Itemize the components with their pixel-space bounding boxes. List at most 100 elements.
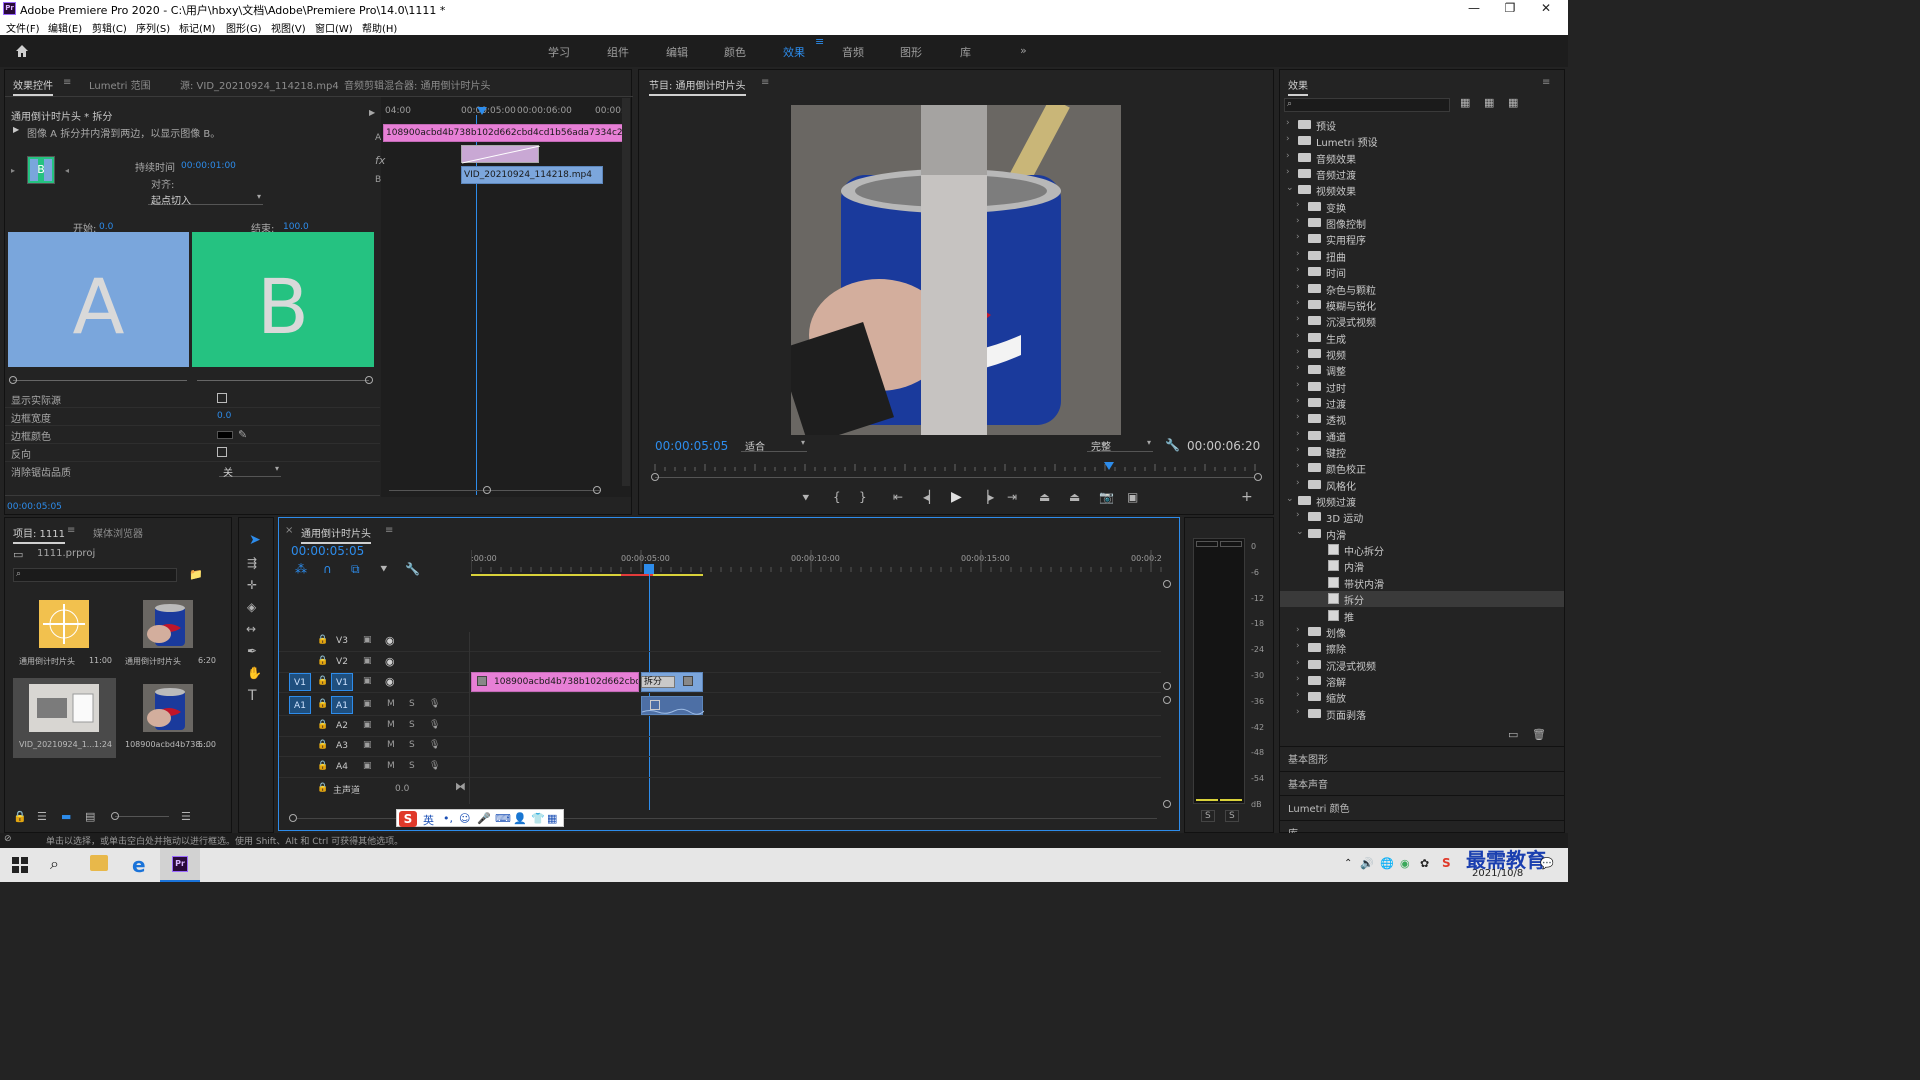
- play-icon[interactable]: ▶: [951, 489, 962, 505]
- workspace-tab[interactable]: 编辑: [666, 44, 688, 60]
- effect-folder[interactable]: › 视频: [1280, 346, 1564, 362]
- menu-item[interactable]: 编辑(E): [48, 20, 82, 35]
- volume-icon[interactable]: 🔊: [1360, 857, 1374, 870]
- start-slider-handle[interactable]: [9, 376, 17, 384]
- timeline-close-icon[interactable]: ×: [285, 525, 293, 536]
- effect-folder[interactable]: › 过渡: [1280, 395, 1564, 411]
- effect-folder[interactable]: › 缩放: [1280, 689, 1564, 705]
- track-lock-icon[interactable]: 🔒: [317, 699, 328, 709]
- chevron-right-icon[interactable]: ›: [1296, 232, 1300, 242]
- comparison-view-icon[interactable]: ▣: [1127, 490, 1138, 504]
- effects-search-input[interactable]: ⌕: [1284, 98, 1450, 112]
- windows-start-icon[interactable]: [12, 857, 28, 873]
- accelerated-effects-icon[interactable]: ▦: [1460, 96, 1470, 109]
- icon-view-icon[interactable]: ▬: [61, 810, 71, 823]
- export-frame-icon[interactable]: 📷: [1099, 490, 1114, 504]
- end-value[interactable]: 100.0: [283, 222, 309, 232]
- effect-folder[interactable]: › 音频效果: [1280, 150, 1564, 166]
- chevron-right-icon[interactable]: ›: [1296, 445, 1300, 455]
- menu-item[interactable]: 窗口(W): [315, 20, 353, 35]
- chevron-right-icon[interactable]: ›: [1296, 625, 1300, 635]
- border-color-swatch[interactable]: [217, 431, 233, 439]
- effect-item[interactable]: 拆分: [1280, 591, 1564, 608]
- chevron-right-icon[interactable]: ›: [1296, 690, 1300, 700]
- file-explorer-icon[interactable]: [90, 855, 108, 871]
- chevron-right-icon[interactable]: ›: [1296, 707, 1300, 717]
- workspace-tab[interactable]: 组件: [607, 44, 629, 60]
- voiceover-mic-icon[interactable]: 🎙: [429, 761, 440, 771]
- quality-dropdown[interactable]: 完整 ▾: [1087, 436, 1153, 453]
- thumbnail-size-slider[interactable]: [115, 816, 169, 817]
- program-playhead-icon[interactable]: [1104, 462, 1115, 470]
- menu-item[interactable]: 标记(M): [179, 20, 215, 35]
- effect-controls-timecode[interactable]: 00:00:05:05: [7, 502, 62, 512]
- effect-controls-tab[interactable]: Lumetri 范围: [89, 77, 151, 92]
- workspace-tab[interactable]: 学习: [548, 44, 570, 60]
- track-target-V2[interactable]: V2: [331, 653, 353, 671]
- timeline-ruler[interactable]: :00:00 00:00:05:00 00:00:10:00 00:00:15:00 0…: [471, 546, 1165, 578]
- chevron-right-icon[interactable]: ›: [1296, 298, 1300, 308]
- eye-icon[interactable]: ◉: [385, 634, 395, 647]
- project-bin-item[interactable]: VID_20210924_1... 1:24: [13, 678, 116, 758]
- effect-folder[interactable]: › 生成: [1280, 330, 1564, 346]
- menu-item[interactable]: 图形(G): [226, 20, 262, 35]
- align-dropdown[interactable]: 起点切入 ▾: [148, 191, 263, 207]
- thumbnail-size-handle[interactable]: [111, 812, 119, 820]
- add-marker-icon[interactable]: ⯆: [379, 562, 389, 577]
- chevron-right-icon[interactable]: ›: [1296, 282, 1300, 292]
- effect-controls-tab-menu-icon[interactable]: ≡: [63, 77, 71, 88]
- chevron-right-icon[interactable]: ›: [1296, 674, 1300, 684]
- razor-tool-icon[interactable]: ◈: [247, 600, 256, 614]
- effect-folder[interactable]: › 模糊与锐化: [1280, 297, 1564, 313]
- audio-scroll-handle-top[interactable]: [1163, 696, 1171, 704]
- chevron-right-icon[interactable]: ›: [1286, 151, 1290, 161]
- effect-folder[interactable]: › 沉浸式视频: [1280, 313, 1564, 329]
- taskbar-premiere-button[interactable]: Pr: [160, 848, 200, 882]
- effects-tab[interactable]: 效果: [1288, 77, 1308, 96]
- effect-folder[interactable]: › 音频过渡: [1280, 166, 1564, 182]
- workspace-tab[interactable]: 音频: [842, 44, 864, 60]
- chevron-down-icon[interactable]: ⌄: [1296, 527, 1304, 537]
- effect-folder[interactable]: › 风格化: [1280, 477, 1564, 493]
- sync-lock-icon[interactable]: ▣: [363, 676, 372, 686]
- menu-item[interactable]: 序列(S): [136, 20, 170, 35]
- extract-icon[interactable]: ⏏: [1069, 490, 1080, 504]
- effect-folder[interactable]: › 页面剥落: [1280, 706, 1564, 722]
- solo-button[interactable]: S: [409, 699, 415, 709]
- workspace-overflow-icon[interactable]: »: [1020, 44, 1027, 57]
- program-zoom-handle-left[interactable]: [651, 473, 659, 481]
- mini-playhead-icon[interactable]: [477, 107, 487, 115]
- timeline-clip-v1[interactable]: 108900acbd4b738b102d662cbd4cd1b56ad: [471, 672, 639, 692]
- menu-item[interactable]: 视图(V): [271, 20, 306, 35]
- video-scroll-handle-top[interactable]: [1163, 580, 1171, 588]
- project-search-input[interactable]: ⌕: [13, 568, 177, 582]
- chevron-right-icon[interactable]: ›: [1296, 331, 1300, 341]
- work-area-bar[interactable]: [471, 574, 703, 576]
- effect-folder[interactable]: › 通道: [1280, 428, 1564, 444]
- snap-icon[interactable]: ∩: [323, 562, 332, 576]
- audio-scroll-handle-bottom[interactable]: [1163, 800, 1171, 808]
- mini-zoom-handle-right[interactable]: [593, 486, 601, 494]
- project-tab-menu-icon[interactable]: ≡: [67, 525, 75, 536]
- effect-folder[interactable]: › 时间: [1280, 264, 1564, 280]
- effect-controls-tab[interactable]: 音频剪辑混合器: 通用倒计时片头: [344, 77, 491, 92]
- end-slider-handle[interactable]: [365, 376, 373, 384]
- effect-folder[interactable]: › 图像控制: [1280, 215, 1564, 231]
- type-tool-icon[interactable]: T: [248, 688, 257, 704]
- timeline-clip-a1[interactable]: [641, 696, 704, 715]
- mini-clip-a[interactable]: 108900acbd4b738b102d662cbd4cd1b56ada7334…: [383, 124, 623, 142]
- voiceover-mic-icon[interactable]: 🎙: [429, 740, 440, 750]
- yuv-effects-icon[interactable]: ▦: [1508, 96, 1518, 109]
- effect-folder[interactable]: › 3D 运动: [1280, 509, 1564, 525]
- chevron-right-icon[interactable]: ›: [1296, 249, 1300, 259]
- workspace-tab[interactable]: 颜色: [724, 44, 746, 60]
- edge-browser-icon[interactable]: e: [132, 853, 146, 877]
- meter-solo-right[interactable]: S: [1225, 810, 1239, 822]
- play-transition-icon[interactable]: ▶: [369, 108, 375, 117]
- chevron-right-icon[interactable]: ›: [1296, 510, 1300, 520]
- effects-tab-menu-icon[interactable]: ≡: [1542, 77, 1550, 88]
- selection-tool-icon[interactable]: ➤: [249, 532, 261, 548]
- fit-dropdown[interactable]: 适合 ▾: [741, 436, 807, 453]
- effect-folder[interactable]: ⌄ 视频效果: [1280, 182, 1564, 198]
- effect-folder[interactable]: › 溶解: [1280, 673, 1564, 689]
